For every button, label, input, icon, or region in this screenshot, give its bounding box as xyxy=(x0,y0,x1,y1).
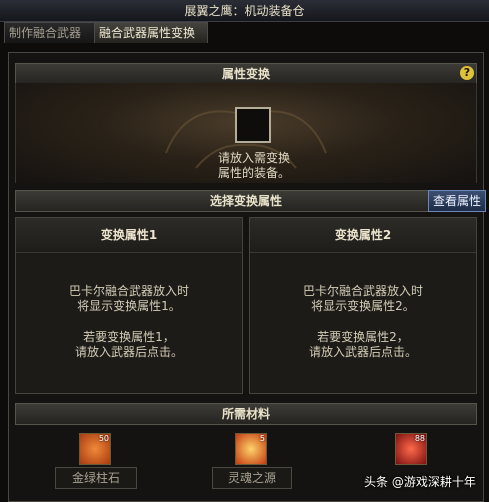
material-1-count: 50 xyxy=(98,434,109,443)
materials-header: 所需材料 xyxy=(15,403,477,425)
title-bar: 展翼之鹰：机动装备仓 xyxy=(0,0,489,22)
material-3-count: 88 xyxy=(414,434,425,443)
watermark: 头条 @游戏深耕十年 xyxy=(364,475,476,489)
main-panel: 属性变换 请放入需变换 属性的装备。 选择变换属性 变换属性1 巴卡尔融合武器放… xyxy=(8,52,484,502)
attribute-2-title: 变换属性2 xyxy=(250,218,476,253)
material-1-name: 金绿柱石 xyxy=(55,467,137,489)
flame-icon[interactable]: 88 xyxy=(395,433,427,465)
window-title: 展翼之鹰：机动装备仓 xyxy=(184,4,305,18)
select-attribute-header: 选择变换属性 xyxy=(15,190,477,212)
tab-craft-fusion-weapon[interactable]: 制作融合武器 xyxy=(4,22,96,43)
material-2-count: 5 xyxy=(259,434,265,443)
transform-header: 属性变换 xyxy=(15,63,477,85)
slot-hint-line1: 请放入需变换 xyxy=(217,151,290,165)
attribute-1-title: 变换属性1 xyxy=(16,218,242,253)
gem-scroll-icon[interactable]: 50 xyxy=(79,433,111,465)
tab-fusion-attribute-transform[interactable]: 融合武器属性变换 xyxy=(94,22,208,43)
soul-orb-icon[interactable]: 5 xyxy=(235,433,267,465)
attribute-2-desc: 巴卡尔融合武器放入时 将显示变换属性2。 xyxy=(302,284,423,313)
slot-hint-line2: 属性的装备。 xyxy=(217,166,290,180)
attribute-panel-1[interactable]: 变换属性1 巴卡尔融合武器放入时 将显示变换属性1。 若要变换属性1， 请放入武… xyxy=(15,217,243,394)
material-2-name: 灵魂之源 xyxy=(212,467,292,489)
attribute-2-instruction: 若要变换属性2， 请放入武器后点击。 xyxy=(308,330,417,359)
attribute-1-desc: 巴卡尔融合武器放入时 将显示变换属性1。 xyxy=(68,284,189,313)
attribute-1-instruction: 若要变换属性1， 请放入武器后点击。 xyxy=(74,330,183,359)
attribute-panel-2[interactable]: 变换属性2 巴卡尔融合武器放入时 将显示变换属性2。 若要变换属性2， 请放入武… xyxy=(249,217,477,394)
view-attributes-button[interactable]: 查看属性 xyxy=(428,190,486,212)
help-icon[interactable]: ? xyxy=(460,66,474,80)
equipment-slot[interactable] xyxy=(235,107,271,143)
